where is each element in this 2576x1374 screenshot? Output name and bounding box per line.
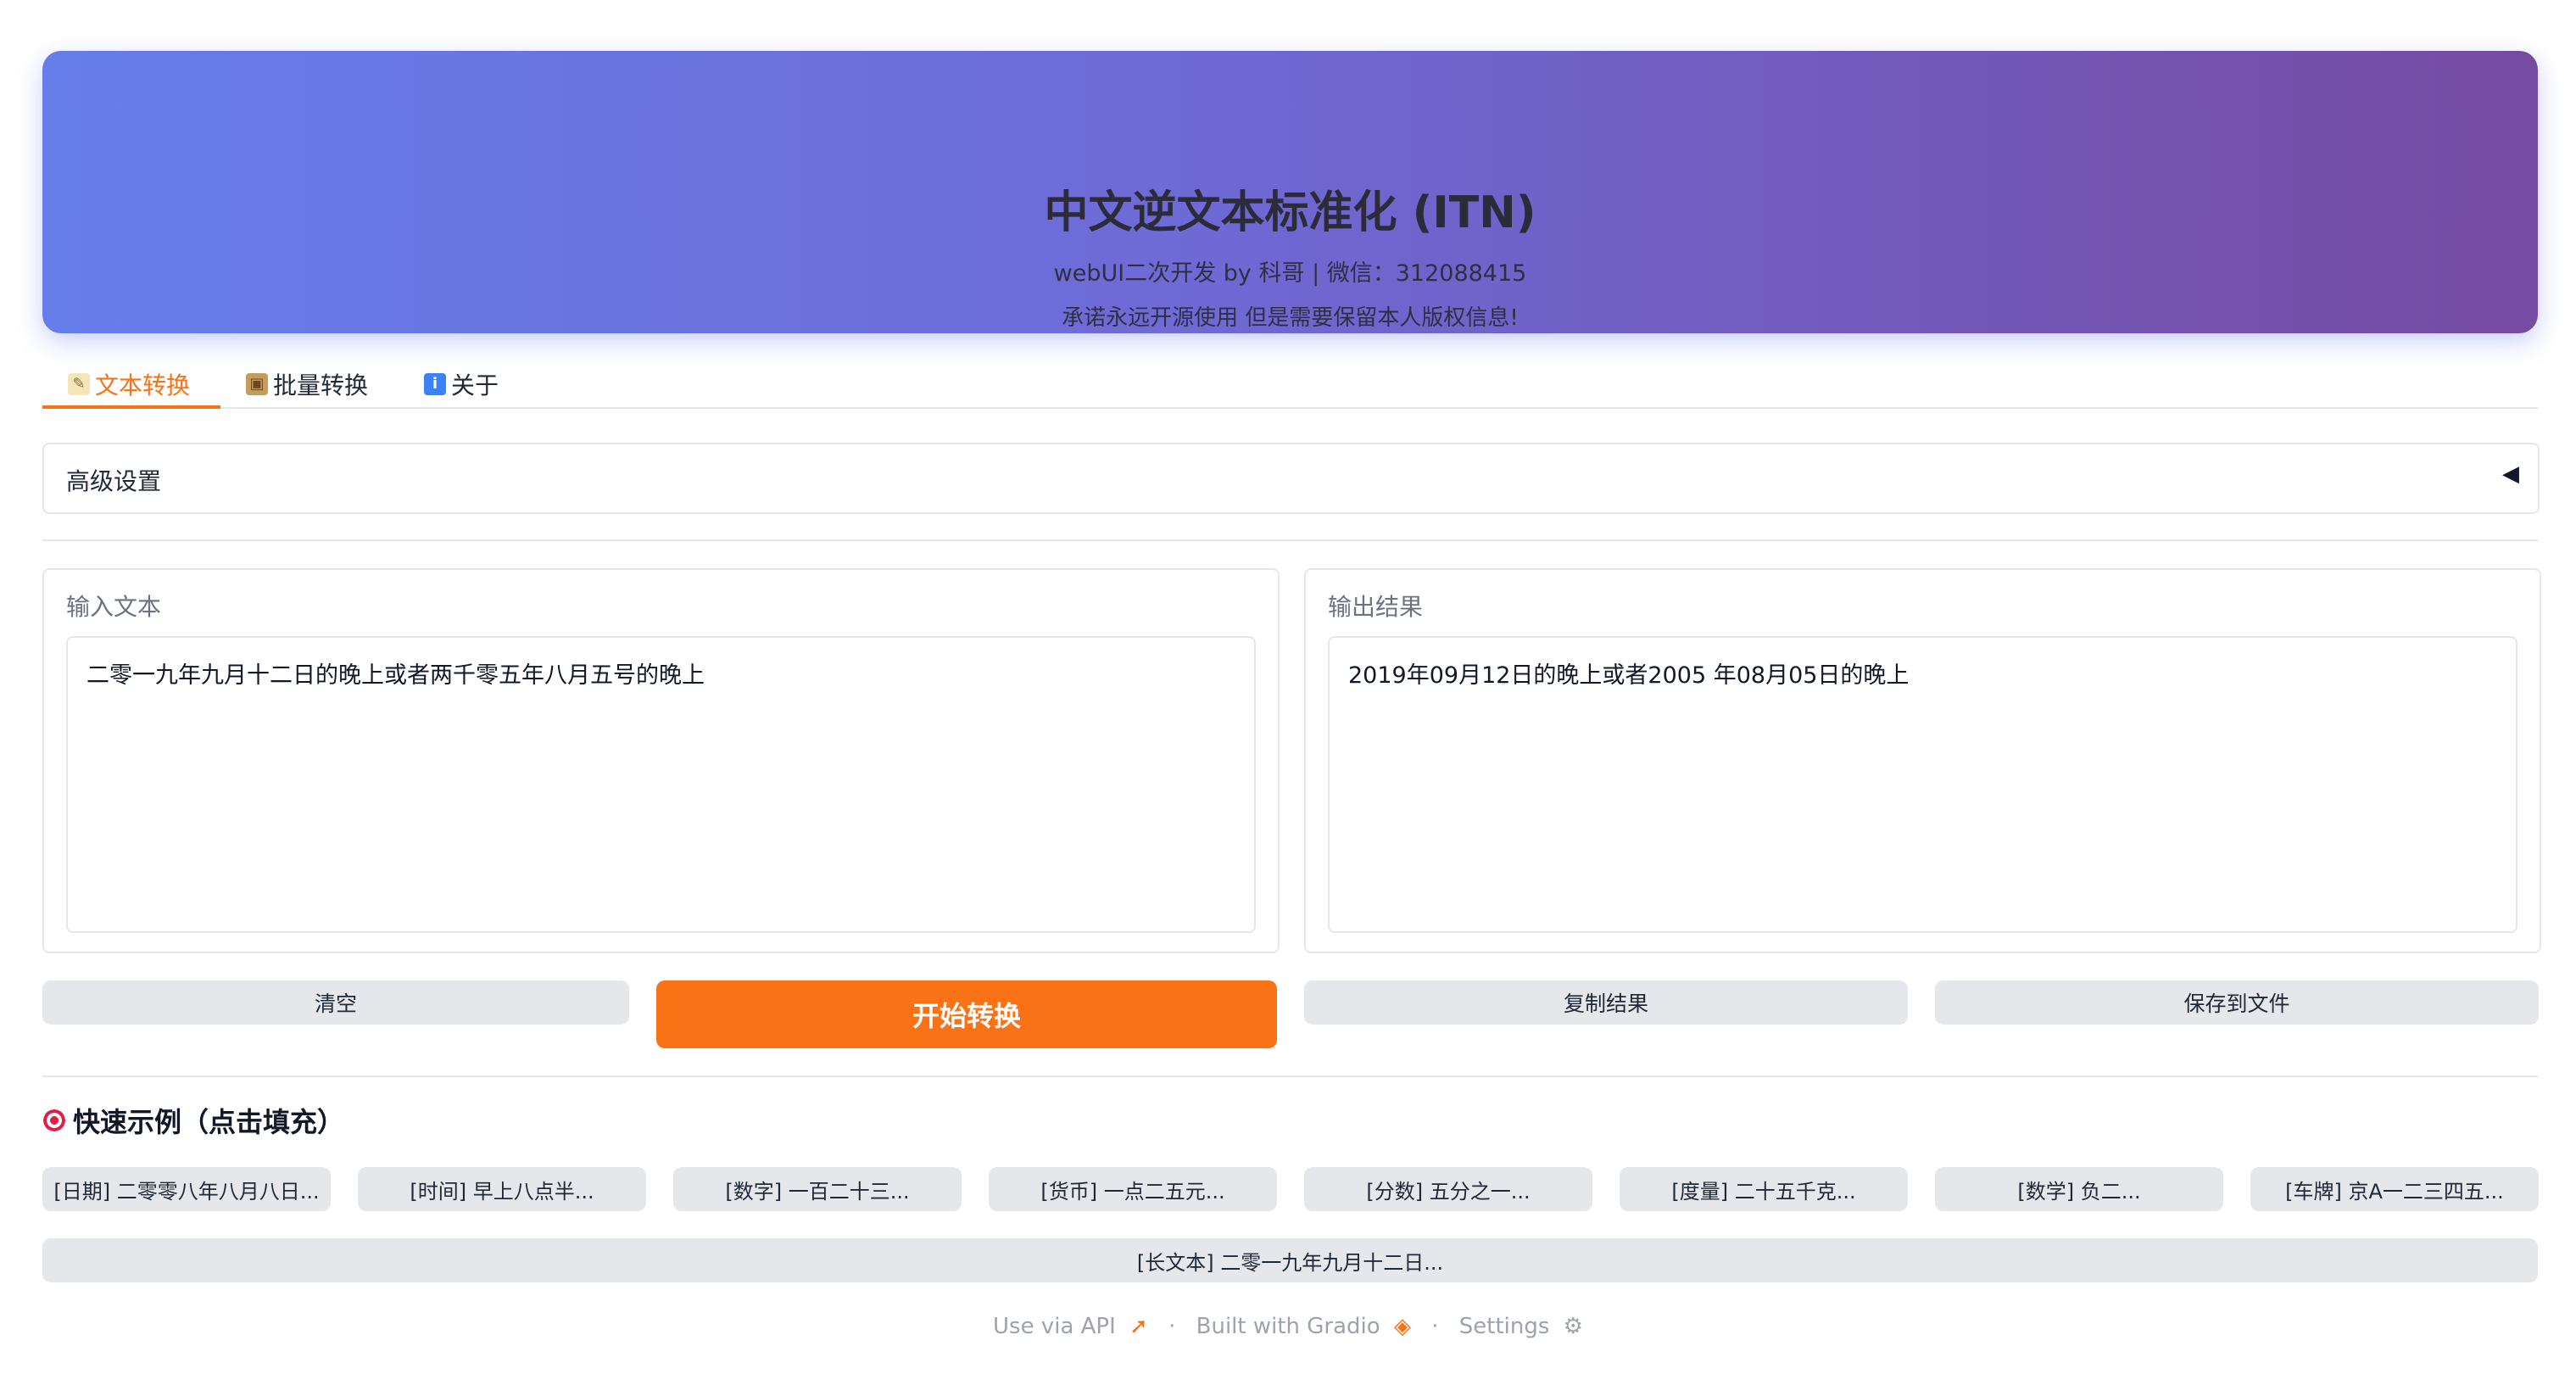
- gradio-logo-icon: ◈: [1393, 1313, 1411, 1339]
- tab-about[interactable]: i 关于: [424, 361, 499, 407]
- info-icon: i: [424, 373, 446, 395]
- example-long-text-button[interactable]: [长文本] 二零一九年九月十二日...: [42, 1238, 2538, 1282]
- api-link-label: Use via API: [993, 1313, 1116, 1339]
- target-icon: [42, 1109, 66, 1132]
- header-banner: 中文逆文本标准化 (ITN) webUI二次开发 by 科哥 | 微信：3120…: [42, 51, 2538, 333]
- accordion-label: 高级设置: [66, 467, 162, 495]
- tab-bar: ✎ 文本转换 ▣ 批量转换 i 关于: [42, 355, 2538, 409]
- advanced-settings-accordion[interactable]: 高级设置 ◀: [42, 443, 2540, 514]
- input-textarea[interactable]: 二零一九年九月十二日的晚上或者两千零五年八月五号的晚上: [66, 636, 1256, 933]
- example-fraction-button[interactable]: [分数] 五分之一...: [1304, 1167, 1592, 1211]
- footer: Use via API ➚ · Built with Gradio ◈ · Se…: [0, 1313, 2576, 1339]
- example-plate-button[interactable]: [车牌] 京A一二三四五...: [2250, 1167, 2539, 1211]
- example-time-button[interactable]: [时间] 早上八点半...: [358, 1167, 646, 1211]
- output-textarea[interactable]: 2019年09月12日的晚上或者2005 年08月05日的晚上: [1328, 636, 2517, 933]
- examples-heading: 快速示例（点击填充）: [42, 1101, 344, 1140]
- author-info: webUI二次开发 by 科哥 | 微信：312088415: [1053, 260, 1527, 287]
- settings-link[interactable]: Settings ⚙: [1459, 1313, 1583, 1339]
- memo-icon: ✎: [68, 373, 90, 395]
- license-notice: 承诺永远开源使用 但是需要保留本人版权信息!: [1062, 305, 1519, 331]
- page-title: 中文逆文本标准化 (ITN): [1044, 187, 1536, 238]
- tab-batch-convert[interactable]: ▣ 批量转换: [246, 361, 368, 407]
- package-icon: ▣: [246, 373, 268, 395]
- example-measure-button[interactable]: [度量] 二十五千克...: [1620, 1167, 1908, 1211]
- example-number-button[interactable]: [数字] 一百二十三...: [673, 1167, 962, 1211]
- settings-link-label: Settings: [1458, 1313, 1550, 1339]
- start-convert-button[interactable]: 开始转换: [656, 980, 1277, 1048]
- input-label: 输入文本: [66, 593, 162, 621]
- input-panel: 输入文本 二零一九年九月十二日的晚上或者两千零五年八月五号的晚上: [42, 568, 1280, 953]
- separator: ·: [1431, 1313, 1439, 1339]
- clear-button[interactable]: 清空: [42, 980, 629, 1025]
- example-currency-button[interactable]: [货币] 一点二五元...: [989, 1167, 1277, 1211]
- divider: [42, 539, 2538, 541]
- tab-label: 关于: [451, 371, 499, 399]
- divider: [42, 1075, 2538, 1077]
- tab-text-convert[interactable]: ✎ 文本转换: [68, 361, 190, 407]
- active-tab-indicator: [42, 405, 220, 409]
- examples-title: 快速示例（点击填充）: [73, 1106, 345, 1138]
- tab-label: 批量转换: [273, 371, 369, 399]
- output-panel: 输出结果 2019年09月12日的晚上或者2005 年08月05日的晚上: [1304, 568, 2541, 953]
- example-date-button[interactable]: [日期] 二零零八年八月八日...: [42, 1167, 331, 1211]
- separator: ·: [1168, 1313, 1176, 1339]
- page: 中文逆文本标准化 (ITN) webUI二次开发 by 科哥 | 微信：3120…: [0, 0, 2576, 1374]
- gear-icon: ⚙: [1563, 1313, 1583, 1339]
- tab-label: 文本转换: [95, 371, 191, 399]
- built-with-gradio-link[interactable]: Built with Gradio ◈: [1196, 1313, 1411, 1339]
- triangle-left-icon: ◀: [2502, 461, 2519, 487]
- rocket-icon: ➚: [1129, 1313, 1148, 1339]
- output-label: 输出结果: [1328, 593, 1424, 621]
- copy-result-button[interactable]: 复制结果: [1304, 980, 1908, 1025]
- save-to-file-button[interactable]: 保存到文件: [1935, 980, 2539, 1025]
- gradio-link-label: Built with Gradio: [1196, 1313, 1380, 1339]
- use-via-api-link[interactable]: Use via API ➚: [993, 1313, 1148, 1339]
- example-math-button[interactable]: [数学] 负二...: [1935, 1167, 2223, 1211]
